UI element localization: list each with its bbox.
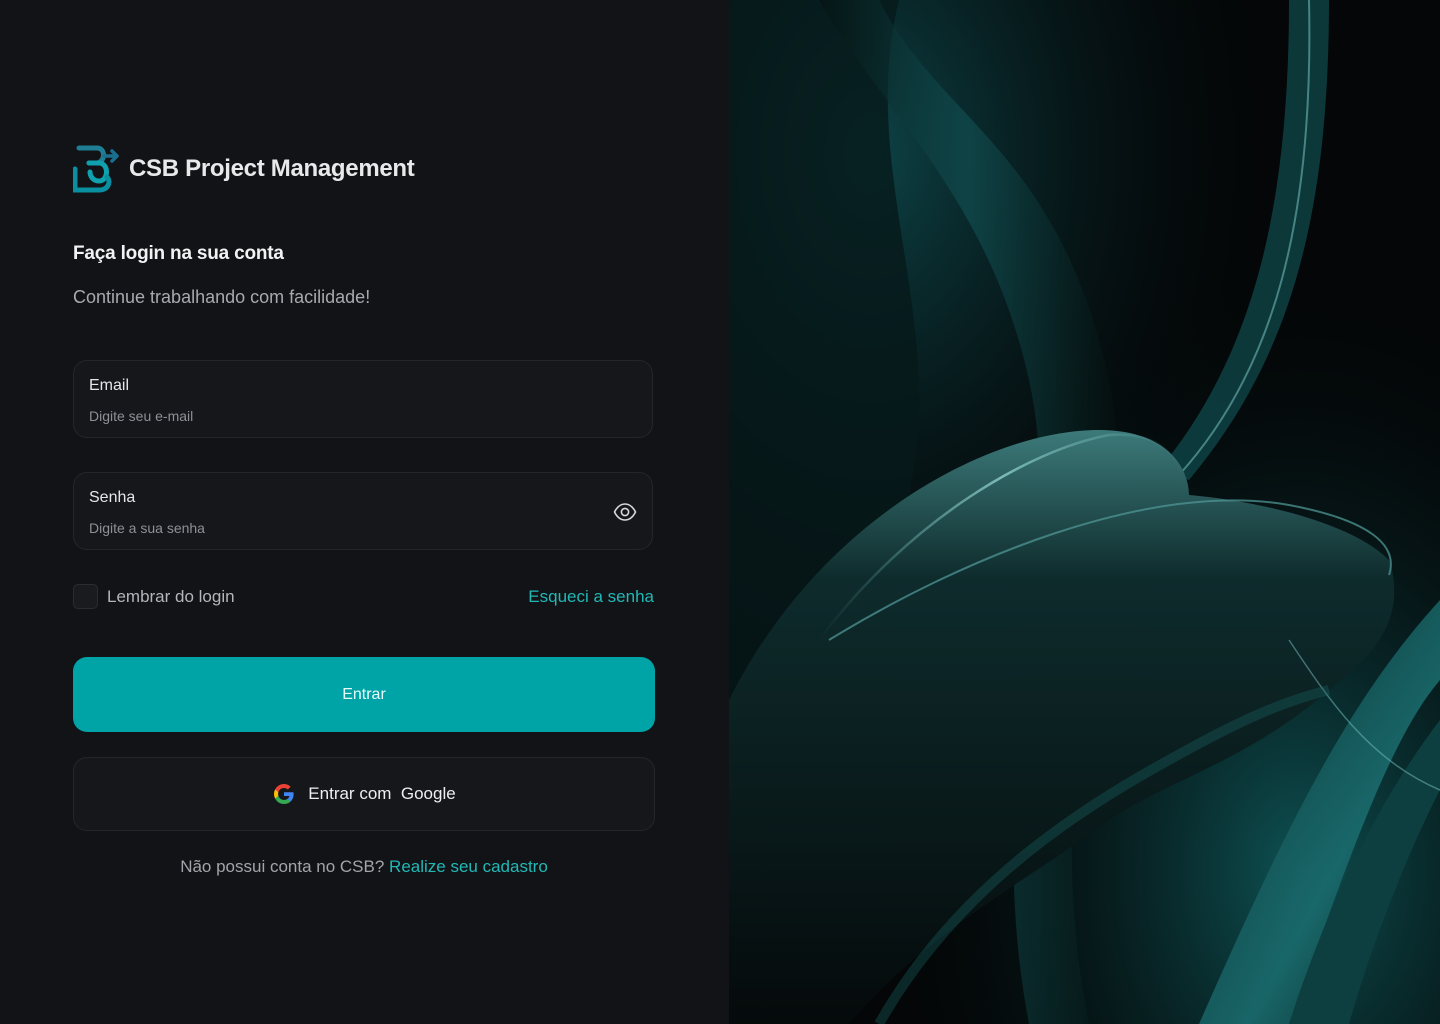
- page-title: Faça login na sua conta: [73, 243, 284, 264]
- signup-prompt: Não possui conta no CSB? Realize seu cad…: [73, 857, 655, 877]
- email-label: Email: [89, 377, 130, 394]
- abstract-shape-image: [729, 0, 1440, 1024]
- brand-name: CSB Project Management: [129, 155, 415, 182]
- email-input[interactable]: [89, 405, 589, 427]
- login-button[interactable]: Entrar: [73, 657, 655, 732]
- password-field[interactable]: Senha: [73, 472, 653, 550]
- page-subtitle: Continue trabalhando com facilidade!: [73, 287, 371, 307]
- forgot-password-link[interactable]: Esqueci a senha: [528, 587, 654, 607]
- password-label: Senha: [89, 489, 136, 506]
- signup-text: Não possui conta no CSB?: [180, 857, 385, 876]
- password-input[interactable]: [89, 517, 589, 539]
- show-password-toggle[interactable]: [612, 500, 638, 524]
- csb-logo-icon: [73, 145, 119, 193]
- hero-image: [729, 0, 1440, 1024]
- google-icon: [274, 784, 294, 804]
- remember-label: Lembrar do login: [107, 586, 235, 606]
- eye-icon: [613, 503, 637, 521]
- remember-login[interactable]: Lembrar do login: [73, 584, 235, 609]
- brand: CSB Project Management: [73, 143, 415, 195]
- google-button-label: Entrar com Google: [308, 784, 456, 803]
- remember-checkbox[interactable]: [73, 584, 98, 609]
- login-panel: CSB Project Management Faça login na sua…: [0, 0, 729, 1024]
- email-field[interactable]: Email: [73, 360, 653, 438]
- login-page: CSB Project Management Faça login na sua…: [0, 0, 1440, 1024]
- google-login-button[interactable]: Entrar com Google: [73, 757, 655, 831]
- signup-link[interactable]: Realize seu cadastro: [389, 857, 548, 876]
